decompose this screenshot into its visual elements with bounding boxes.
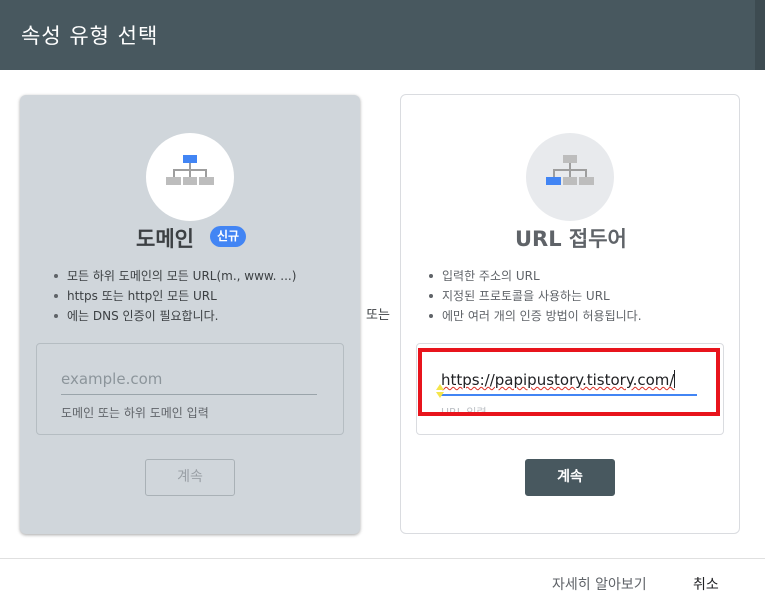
header-edge: [755, 0, 765, 70]
domain-property-card[interactable]: 도메인 신규 모든 하위 도메인의 모든 URL(m., www. ...) h…: [20, 95, 360, 534]
list-item: https 또는 http인 모든 URL: [47, 286, 296, 306]
list-item: 입력한 주소의 URL: [422, 266, 642, 286]
list-item: 모든 하위 도메인의 모든 URL(m., www. ...): [47, 266, 296, 286]
url-feature-list: 입력한 주소의 URL 지정된 프로토콜을 사용하는 URL 에만 여러 개의 …: [422, 266, 642, 326]
dialog-header: 속성 유형 선택: [0, 0, 765, 70]
domain-field-box: example.com 도메인 또는 하위 도메인 입력: [36, 343, 344, 435]
or-separator: 또는: [366, 308, 390, 323]
list-item: 에만 여러 개의 인증 방법이 허용됩니다.: [422, 306, 642, 326]
cancel-button[interactable]: 취소: [693, 574, 719, 594]
red-highlight-box: [418, 348, 720, 416]
sitemap-icon: [166, 155, 214, 185]
learn-more-link[interactable]: 자세히 알아보기: [552, 574, 647, 594]
dialog-title: 속성 유형 선택: [21, 24, 159, 48]
sitemap-icon: [546, 155, 594, 185]
url-icon-circle: [526, 133, 614, 221]
list-item: 지정된 프로토콜을 사용하는 URL: [422, 286, 642, 306]
url-prefix-property-card[interactable]: URL 접두어 입력한 주소의 URL 지정된 프로토콜을 사용하는 URL 에…: [400, 94, 740, 534]
footer-divider: [0, 558, 765, 559]
domain-input[interactable]: example.com: [61, 370, 317, 395]
url-card-title: URL 접두어: [515, 227, 627, 251]
domain-feature-list: 모든 하위 도메인의 모든 URL(m., www. ...) https 또는…: [47, 266, 296, 326]
url-continue-button[interactable]: 계속: [525, 459, 615, 496]
new-badge: 신규: [210, 226, 247, 247]
domain-helper-text: 도메인 또는 하위 도메인 입력: [61, 406, 209, 420]
list-item: 에는 DNS 인증이 필요합니다.: [47, 306, 296, 326]
domain-continue-button[interactable]: 계속: [145, 459, 235, 496]
cursor-marker-icon: [436, 384, 444, 398]
domain-icon-circle: [146, 133, 234, 221]
domain-card-title: 도메인: [136, 227, 194, 251]
